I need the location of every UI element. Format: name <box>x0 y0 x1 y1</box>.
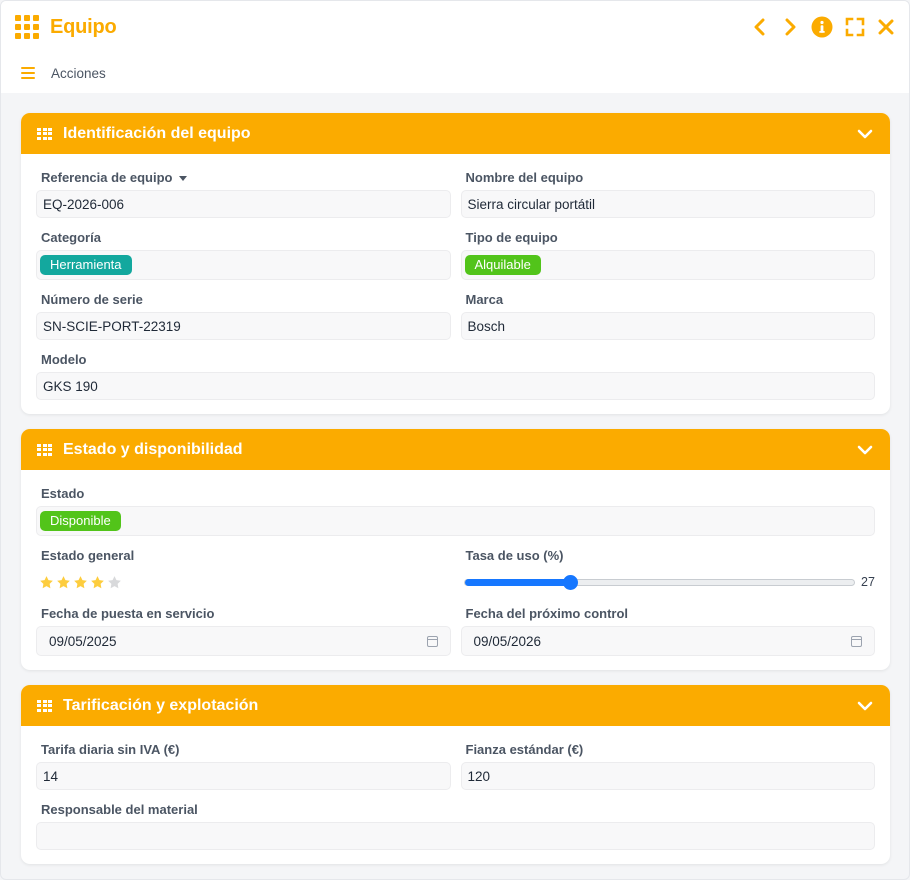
calendar-icon[interactable] <box>851 635 862 647</box>
serial-label: Número de serie <box>41 292 143 307</box>
serial-input[interactable]: SN-SCIE-PORT-22319 <box>36 312 451 340</box>
identification-section: Identificación del equipo Referencia de … <box>21 113 890 414</box>
start-date-field: Fecha de puesta en servicio 09/05/2025 <box>36 604 451 656</box>
type-select[interactable]: Alquilable <box>460 250 875 280</box>
chevron-down-icon[interactable] <box>856 697 874 715</box>
rating-stars[interactable] <box>36 568 451 596</box>
hamburger-icon[interactable] <box>21 67 35 79</box>
name-label: Nombre del equipo <box>465 170 584 185</box>
star-icon[interactable] <box>56 575 71 590</box>
status-section-body: Estado Disponible Estado general Tasa de… <box>21 470 890 670</box>
identification-section-header[interactable]: Identificación del equipo <box>21 113 890 154</box>
type-field: Tipo de equipo Alquilable <box>460 228 875 280</box>
equipment-window: Equipo Acciones Identificación del equip… <box>0 0 910 880</box>
state-tag: Disponible <box>40 511 121 531</box>
pricing-section-body: Tarifa diaria sin IVA (€) 14 Fianza está… <box>21 726 890 864</box>
category-select[interactable]: Herramienta <box>36 250 451 280</box>
reference-field: Referencia de equipo EQ-2026-006 <box>36 168 451 218</box>
usage-slider-track[interactable] <box>463 574 855 590</box>
type-label: Tipo de equipo <box>465 230 558 245</box>
form-content: Identificación del equipo Referencia de … <box>21 113 890 879</box>
usage-field: Tasa de uso (%) 27 <box>461 546 876 596</box>
pricing-section-header[interactable]: Tarificación y explotación <box>21 685 890 726</box>
caret-down-icon[interactable] <box>179 175 188 181</box>
status-section: Estado y disponibilidad Estado Disponibl… <box>21 429 890 670</box>
state-select[interactable]: Disponible <box>36 506 875 536</box>
window-title: Equipo <box>50 15 117 38</box>
close-icon[interactable] <box>877 18 895 36</box>
category-label: Categoría <box>41 230 101 245</box>
daily-rate-input[interactable]: 14 <box>36 762 451 790</box>
deposit-input[interactable]: 120 <box>460 762 875 790</box>
daily-rate-field: Tarifa diaria sin IVA (€) 14 <box>36 740 451 790</box>
category-field: Categoría Herramienta <box>36 228 451 280</box>
brand-field: Marca Bosch <box>460 290 875 340</box>
next-control-field: Fecha del próximo control 09/05/2026 <box>460 604 875 656</box>
brand-input[interactable]: Bosch <box>460 312 875 340</box>
deposit-field: Fianza estándar (€) 120 <box>460 740 875 790</box>
start-date-label: Fecha de puesta en servicio <box>41 606 215 621</box>
brand-label: Marca <box>465 292 504 307</box>
star-icon[interactable] <box>73 575 88 590</box>
category-tag: Herramienta <box>40 255 132 275</box>
usage-slider-fill <box>464 578 570 586</box>
reference-label: Referencia de equipo <box>41 170 173 185</box>
daily-rate-label: Tarifa diaria sin IVA (€) <box>41 742 180 757</box>
status-section-header[interactable]: Estado y disponibilidad <box>21 429 890 470</box>
section-title: Tarificación y explotación <box>63 696 259 714</box>
general-state-label: Estado general <box>41 548 135 563</box>
info-icon[interactable] <box>811 16 833 38</box>
manager-label: Responsable del material <box>41 802 198 817</box>
calendar-icon[interactable] <box>426 635 438 647</box>
start-date-value: 09/05/2025 <box>49 633 117 649</box>
start-date-input[interactable]: 09/05/2025 <box>36 626 451 656</box>
actions-menu[interactable]: Acciones <box>51 66 106 81</box>
star-icon[interactable] <box>39 575 54 590</box>
usage-value: 27 <box>861 575 875 589</box>
model-input[interactable]: GKS 190 <box>36 372 875 400</box>
reference-input[interactable]: EQ-2026-006 <box>36 190 451 218</box>
next-control-label: Fecha del próximo control <box>465 606 629 621</box>
name-field: Nombre del equipo Sierra circular portát… <box>460 168 875 218</box>
next-control-value: 09/05/2026 <box>473 633 542 649</box>
grid-icon <box>15 15 39 39</box>
title-bar: Equipo <box>1 1 909 53</box>
window-actions <box>751 16 895 38</box>
pricing-section: Tarificación y explotación Tarifa diaria… <box>21 685 890 864</box>
name-input[interactable]: Sierra circular portátil <box>460 190 875 218</box>
table-icon <box>37 699 52 712</box>
table-icon <box>37 127 52 140</box>
menu-bar: Acciones <box>1 53 909 93</box>
fullscreen-icon[interactable] <box>845 17 865 37</box>
star-icon[interactable] <box>107 575 122 590</box>
chevron-down-icon[interactable] <box>856 125 874 143</box>
state-field: Estado Disponible <box>36 484 875 536</box>
usage-slider-thumb[interactable] <box>562 574 578 590</box>
state-label: Estado <box>41 486 85 501</box>
model-field: Modelo GKS 190 <box>36 350 875 400</box>
star-icon[interactable] <box>90 575 105 590</box>
chevron-down-icon[interactable] <box>856 441 874 459</box>
chevron-left-icon[interactable] <box>751 18 769 36</box>
identification-section-body: Referencia de equipo EQ-2026-006 Nombre … <box>21 154 890 414</box>
general-state-field: Estado general <box>36 546 451 596</box>
usage-label: Tasa de uso (%) <box>465 548 564 563</box>
serial-field: Número de serie SN-SCIE-PORT-22319 <box>36 290 451 340</box>
next-control-input[interactable]: 09/05/2026 <box>460 626 875 656</box>
manager-field: Responsable del material <box>36 800 875 850</box>
model-label: Modelo <box>41 352 87 367</box>
manager-input[interactable] <box>36 822 875 850</box>
section-title: Identificación del equipo <box>63 124 251 142</box>
deposit-label: Fianza estándar (€) <box>465 742 584 757</box>
section-title: Estado y disponibilidad <box>63 440 243 458</box>
type-tag: Alquilable <box>464 255 541 275</box>
usage-slider[interactable]: 27 <box>461 568 876 596</box>
table-icon <box>37 443 52 456</box>
chevron-right-icon[interactable] <box>781 18 799 36</box>
